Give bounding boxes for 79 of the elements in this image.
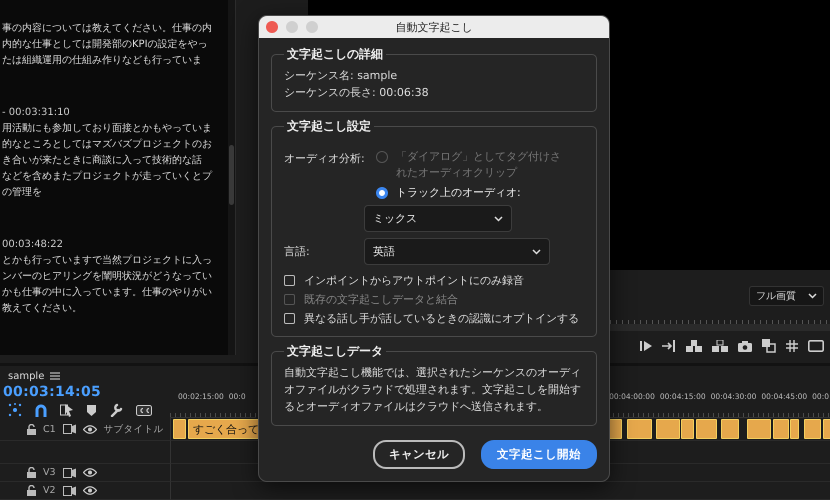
transcript-timecode: 00:03:48:22 — [2, 238, 64, 252]
checkbox-label[interactable]: インポイントからアウトポイントにのみ録音 — [304, 273, 524, 288]
lift-icon[interactable] — [686, 340, 702, 352]
section-heading: 文字起こしの詳細 — [286, 46, 384, 63]
transcript-line: の管理を — [2, 186, 43, 200]
quality-dropdown[interactable]: フル画質 — [749, 286, 824, 306]
audio-dropdown[interactable]: ミックス — [364, 205, 512, 232]
eye-icon[interactable] — [82, 424, 97, 434]
marker-icon[interactable] — [87, 404, 96, 416]
wrench-icon[interactable] — [109, 403, 123, 417]
caption-clip[interactable] — [790, 419, 799, 439]
lock-icon[interactable] — [27, 467, 36, 478]
scrollbar-thumb[interactable] — [229, 145, 234, 205]
section-heading: 文字起こし設定 — [286, 118, 372, 135]
transcript-line: 的なところとしてはマズバズプロジェクトのお — [2, 138, 213, 152]
frame-icon[interactable] — [808, 340, 824, 352]
track-name: V2 — [43, 485, 56, 496]
lock-icon[interactable] — [27, 424, 36, 434]
extract-icon[interactable] — [712, 340, 728, 352]
camera-icon[interactable] — [738, 340, 752, 352]
section-heading: 文字起こしデータ — [286, 343, 384, 360]
track-label: サブタイトル — [104, 422, 164, 436]
track-output-icon[interactable] — [62, 424, 76, 434]
transcript-line: 教えてください。 — [2, 302, 83, 316]
close-button[interactable] — [266, 21, 278, 33]
info-text: 自動文字起こし機能では、選択されたシーケンスのオーディオファイルがクラウドで処理されます。文字起こしを開始するとオーディオファイルはクラウドへ送信されます。 — [284, 365, 582, 415]
transcript-line: などを含めまたプロジェクトが走っていくとプ — [2, 170, 214, 184]
transcript-line: ンバーのヒアリングを闡明状況がどうなってい — [2, 270, 213, 284]
window-title: 自動文字起こし — [396, 20, 472, 34]
caption-clip[interactable] — [721, 419, 739, 439]
sequence-tab[interactable]: sample — [8, 370, 44, 382]
track-name: C1 — [43, 424, 56, 434]
field-label: オーディオ分析: — [284, 151, 366, 166]
detail-text: シーケンス名: sample — [284, 68, 398, 84]
chevron-icon — [808, 293, 817, 299]
arrow-to-bar-icon[interactable] — [662, 340, 676, 352]
caption-clip[interactable] — [696, 419, 717, 439]
chevron-icon — [494, 216, 503, 222]
transcript-line: 内的な仕事としては開発部のKPIの設定をやっ — [2, 38, 209, 52]
caption-clip[interactable] — [173, 419, 186, 439]
radio-button[interactable] — [376, 187, 388, 199]
step-forward-icon[interactable] — [640, 341, 652, 351]
scatter-icon[interactable] — [8, 403, 22, 417]
lock-icon[interactable] — [27, 485, 36, 496]
checkbox[interactable] — [284, 275, 295, 286]
eye-icon[interactable] — [82, 468, 97, 477]
track-output-icon[interactable] — [62, 468, 76, 478]
caption-clip[interactable] — [804, 419, 821, 439]
caption-clip[interactable] — [627, 419, 652, 439]
checkbox[interactable] — [284, 313, 295, 324]
cancel-button[interactable]: キャンセル — [373, 440, 465, 469]
menu-icon[interactable] — [50, 372, 60, 380]
transcript-timecode: - 00:03:31:10 — [2, 106, 71, 120]
caption-clip[interactable] — [656, 419, 680, 439]
transcript-line: 用活動にも参加しており面接とかもやっていま — [2, 122, 213, 136]
transcript-line: たは組織運用の仕組み作りなども行っていま — [2, 54, 203, 68]
cursor-icon[interactable] — [60, 403, 74, 417]
transcript-line: とかも行っていますで当然プロジェクトに入っ — [2, 254, 213, 268]
language-dropdown[interactable]: 英語 — [364, 238, 550, 265]
detail-text: シーケンスの長さ: 00:06:38 — [284, 85, 430, 101]
radio-label[interactable]: トラック上のオーディオ: — [396, 185, 521, 201]
captions-icon[interactable] — [136, 404, 152, 416]
eye-icon[interactable] — [82, 486, 97, 495]
track-name: V3 — [43, 467, 56, 478]
start-button[interactable]: 文字起こし開始 — [481, 440, 597, 469]
transcript-line: 事の内容については教えてください。仕事の内 — [2, 22, 213, 36]
caption-clip[interactable] — [773, 419, 789, 439]
magnet-icon[interactable] — [35, 404, 47, 416]
hash-icon[interactable] — [786, 340, 798, 352]
caption-clip[interactable] — [681, 419, 694, 439]
transcript-line: かも仕事の中に入っています。仕事のやりがい — [2, 286, 213, 300]
caption-clip[interactable] — [747, 419, 771, 439]
field-label: 言語: — [284, 244, 311, 259]
playhead-timecode[interactable]: 00:03:14:05 — [3, 384, 170, 400]
checkbox-label[interactable]: 異なる話し手が話しているときの認識にオプトインする — [304, 311, 579, 326]
overlap-squares-icon[interactable] — [762, 339, 776, 353]
chevron-icon — [532, 248, 541, 254]
transcript-line: き合いが来たときに商談に入って技術的な話 — [2, 154, 203, 168]
track-output-icon[interactable] — [62, 486, 76, 496]
